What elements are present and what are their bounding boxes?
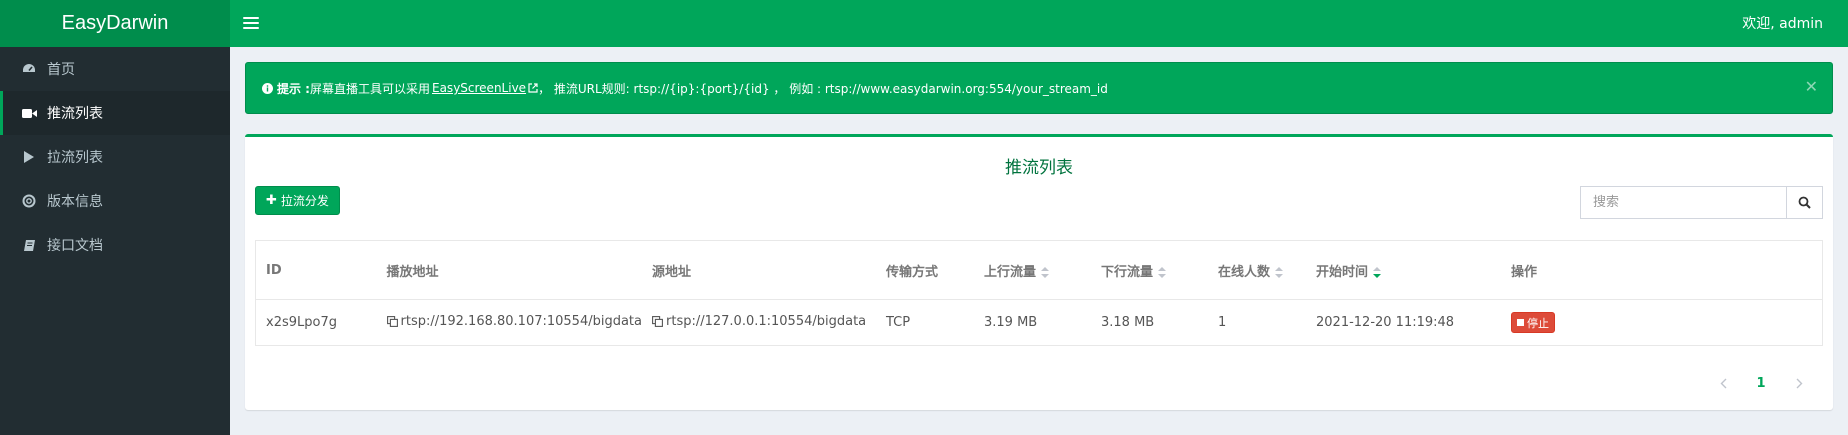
chevron-right-icon: [1796, 378, 1803, 389]
info-icon: [262, 82, 273, 94]
column-header-action: 操作: [1501, 240, 1823, 300]
copy-icon[interactable]: [652, 316, 663, 331]
stop-button[interactable]: 停止: [1511, 312, 1555, 333]
pagination: 1: [1704, 369, 1818, 397]
play-url-text: rtsp://192.168.80.107:10554/bigdata: [400, 314, 643, 329]
table-row: x2s9Lpo7g rtsp://192.168.80.107:10554/bi…: [256, 300, 1823, 346]
chevron-left-icon: [1720, 378, 1727, 389]
cell-transport: TCP: [886, 315, 911, 330]
pull-distribute-label: 拉流分发: [280, 194, 329, 208]
sidebar-item-pull-list[interactable]: 拉流列表: [0, 135, 230, 179]
column-header-upstream[interactable]: 上行流量: [974, 240, 1091, 300]
sort-desc-icon[interactable]: [1373, 266, 1382, 278]
panel-title: 推流列表: [1005, 158, 1073, 178]
sort-icon[interactable]: [1041, 266, 1050, 278]
cell-downstream: 3.18 MB: [1101, 315, 1155, 330]
book-icon: [21, 237, 37, 253]
source-url-text: rtsp://127.0.0.1:10554/bigdata: [666, 314, 867, 329]
column-header-online[interactable]: 在线人数: [1208, 240, 1306, 300]
page-number[interactable]: 1: [1742, 369, 1780, 397]
sort-icon[interactable]: [1158, 266, 1167, 278]
pull-distribute-button[interactable]: ✚ 拉流分发: [255, 186, 340, 215]
table-header-row: ID 播放地址 源地址 传输方式 上行流量 下行流量 在线人数 开始时间 操作: [255, 240, 1823, 300]
sidebar-item-label: 推流列表: [47, 106, 103, 122]
dashboard-icon: [21, 61, 37, 77]
user-welcome[interactable]: 欢迎, admin: [1742, 13, 1823, 33]
alert-label: 提示 :: [277, 81, 310, 96]
info-alert: 提示 : 屏幕直播工具可以采用 EasyScreenLive ， 推流URL规则…: [245, 62, 1833, 114]
sidebar-item-home[interactable]: 首页: [0, 47, 230, 91]
cell-action: 停止: [1501, 300, 1823, 346]
stop-label: 停止: [1527, 316, 1549, 330]
search-button[interactable]: [1786, 186, 1823, 219]
search-group: [1580, 186, 1823, 219]
play-icon: [21, 149, 37, 165]
close-icon[interactable]: ✕: [1805, 77, 1818, 96]
cell-online: 1: [1218, 315, 1227, 330]
cell-id: x2s9Lpo7g: [266, 315, 337, 330]
alert-text: 屏幕直播工具可以采用: [309, 81, 430, 96]
column-header-label: 在线人数: [1218, 264, 1271, 280]
column-header-label: 上行流量: [984, 264, 1037, 280]
copy-icon[interactable]: [386, 316, 398, 331]
column-header-transport: 传输方式: [876, 240, 974, 300]
easyscreenlive-link[interactable]: EasyScreenLive: [432, 81, 526, 95]
plus-icon: ✚: [266, 193, 277, 208]
sidebar-item-label: 拉流列表: [47, 150, 103, 166]
cell-play-url[interactable]: rtsp://192.168.80.107:10554/bigdata: [377, 300, 643, 346]
column-header-play-url: 播放地址: [376, 240, 642, 300]
cell-upstream: 3.19 MB: [984, 315, 1038, 330]
column-header-label: 下行流量: [1101, 264, 1154, 280]
sidebar-toggle-icon[interactable]: [243, 13, 259, 33]
search-input[interactable]: [1580, 186, 1786, 219]
cell-start-time: 2021-12-20 11:19:48: [1316, 315, 1455, 330]
video-camera-icon: [21, 105, 37, 121]
next-page-button[interactable]: [1780, 369, 1818, 397]
sidebar-item-api-docs[interactable]: 接口文档: [0, 223, 230, 267]
app-logo[interactable]: EasyDarwin: [0, 0, 230, 47]
push-stream-table: ID 播放地址 源地址 传输方式 上行流量 下行流量 在线人数 开始时间 操作 …: [255, 240, 1823, 346]
prev-page-button[interactable]: [1704, 369, 1742, 397]
sidebar-item-label: 首页: [47, 62, 75, 78]
sidebar-item-label: 版本信息: [47, 194, 103, 210]
column-header-source-url: 源地址: [642, 240, 876, 300]
main-content: 提示 : 屏幕直播工具可以采用 EasyScreenLive ， 推流URL规则…: [230, 47, 1848, 435]
column-header-label: 开始时间: [1316, 264, 1369, 280]
column-header-id: ID: [255, 240, 377, 300]
top-navbar: EasyDarwin 欢迎, admin: [0, 0, 1848, 47]
cell-source-url[interactable]: rtsp://127.0.0.1:10554/bigdata: [642, 300, 876, 346]
search-icon: [1798, 196, 1811, 209]
sidebar-item-push-list[interactable]: 推流列表: [0, 91, 230, 135]
stop-icon: [1517, 319, 1524, 326]
push-list-panel: 推流列表 ✚ 拉流分发 ID 播放地址 源地址 传输方式 上行流量: [245, 134, 1833, 410]
sidebar: 首页 推流列表 拉流列表 版本信息 接口文档: [0, 47, 230, 435]
alert-text-rule: ， 推流URL规则: rtsp://{ip}:{port}/{id} ， 例如 …: [538, 81, 1108, 96]
column-header-start-time[interactable]: 开始时间: [1306, 240, 1501, 300]
external-link-icon[interactable]: [528, 83, 538, 93]
lifebuoy-icon: [21, 193, 37, 209]
sidebar-item-version[interactable]: 版本信息: [0, 179, 230, 223]
sort-icon[interactable]: [1275, 266, 1284, 278]
column-header-downstream[interactable]: 下行流量: [1091, 240, 1208, 300]
sidebar-item-label: 接口文档: [47, 238, 103, 254]
